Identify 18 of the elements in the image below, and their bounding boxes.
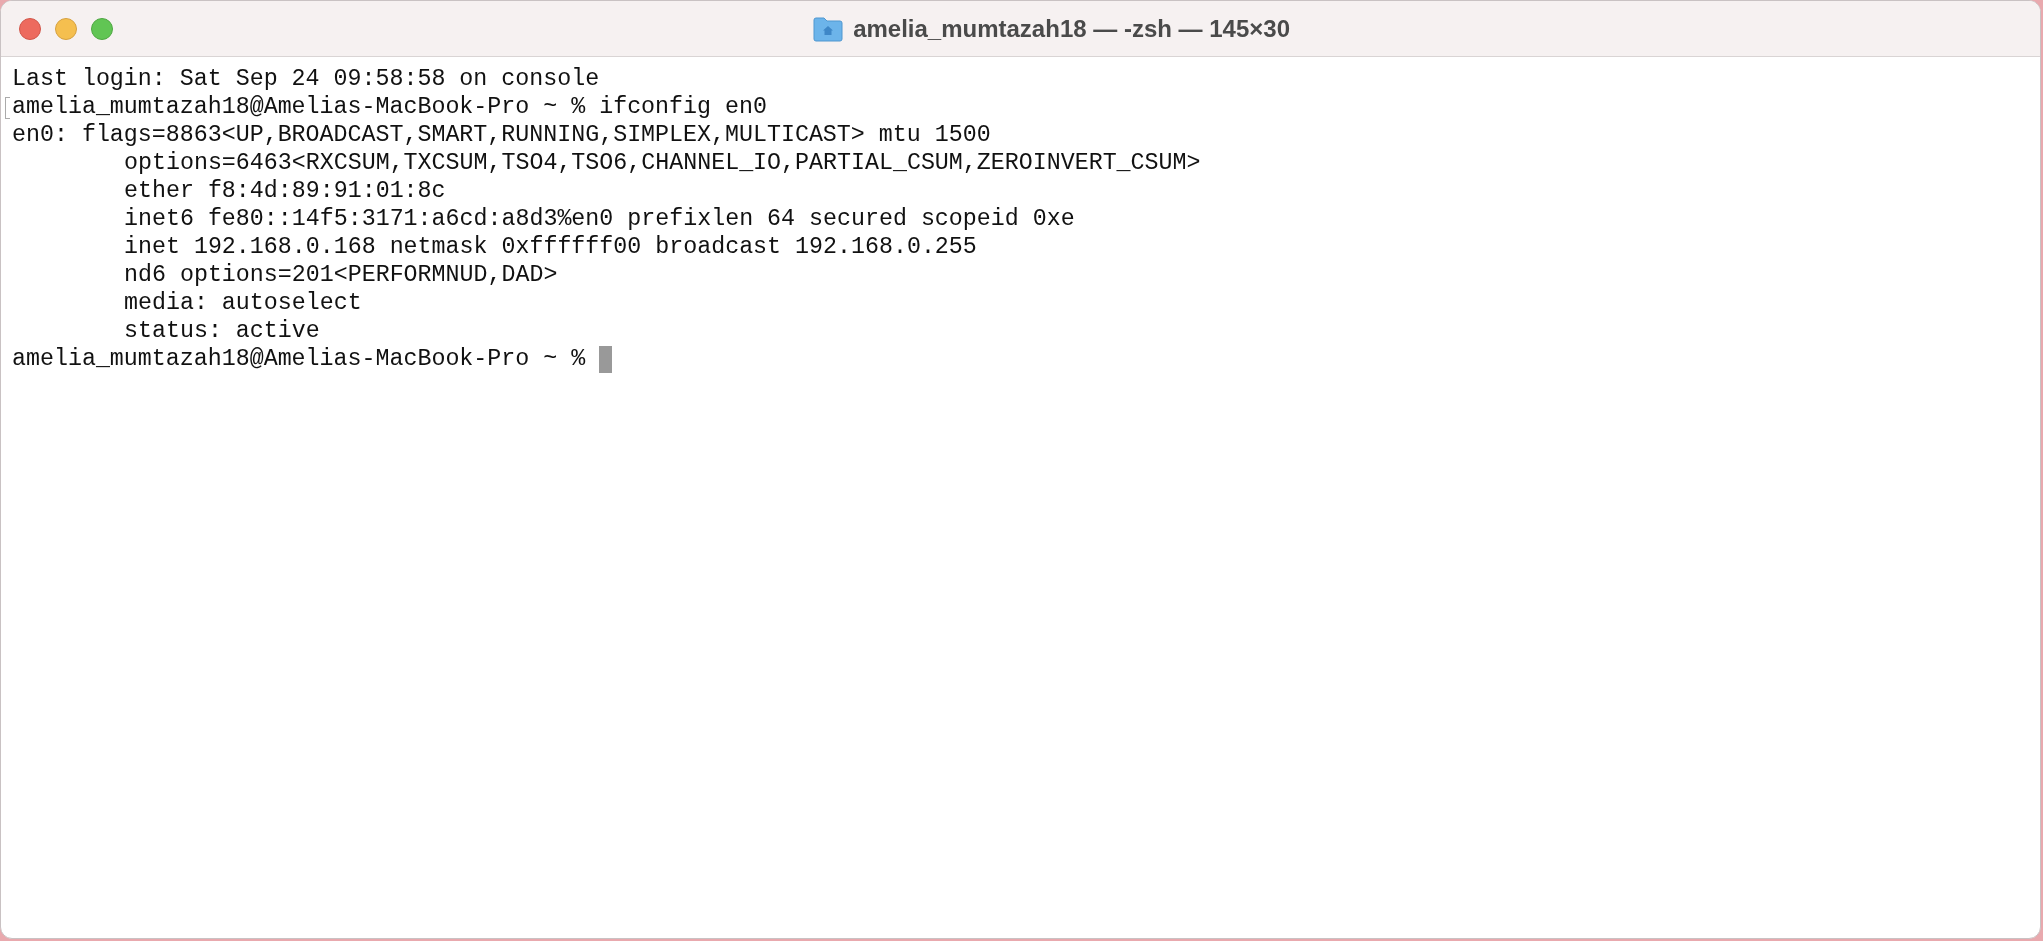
terminal-line: inet6 fe80::14f5:3171:a6cd:a8d3%en0 prefixlen 64 secured scopeid 0xe [124, 205, 1075, 233]
terminal-line: amelia_mumtazah18@Amelias-MacBook-Pro ~ % [12, 345, 586, 373]
home-folder-icon [813, 15, 844, 42]
terminal-line: nd6 options=201<PERFORMNUD,DAD> [124, 261, 558, 289]
line-mark-icon [5, 97, 10, 119]
terminal-line: amelia_mumtazah18@Amelias-MacBook-Pro ~ % ifconfig en0 [12, 93, 767, 121]
terminal-line: media: autoselect [124, 289, 362, 317]
terminal-line: ether f8:4d:89:91:01:8c [124, 177, 446, 205]
terminal-line: options=6463<RXCSUM,TXCSUM,TSO4,TSO6,CHANNEL_IO,PARTIAL_CSUM,ZEROINVERT_CSUM> [124, 149, 1201, 177]
terminal-line: en0: flags=8863<UP,BROADCAST,SMART,RUNNING,SIMPLEX,MULTICAST> mtu 1500 [12, 121, 991, 149]
minimize-button[interactable] [55, 17, 77, 40]
text-cursor [599, 345, 613, 373]
terminal-line: Last login: Sat Sep 24 09:58:58 on console [12, 65, 600, 93]
maximize-button[interactable] [91, 17, 113, 40]
terminal-line: inet 192.168.0.168 netmask 0xffffff00 broadcast 192.168.0.255 [124, 233, 977, 261]
close-button[interactable] [19, 17, 41, 40]
terminal-line: status: active [124, 317, 320, 345]
window-title: amelia_mumtazah18 — -zsh — 145×30 [853, 14, 1290, 43]
